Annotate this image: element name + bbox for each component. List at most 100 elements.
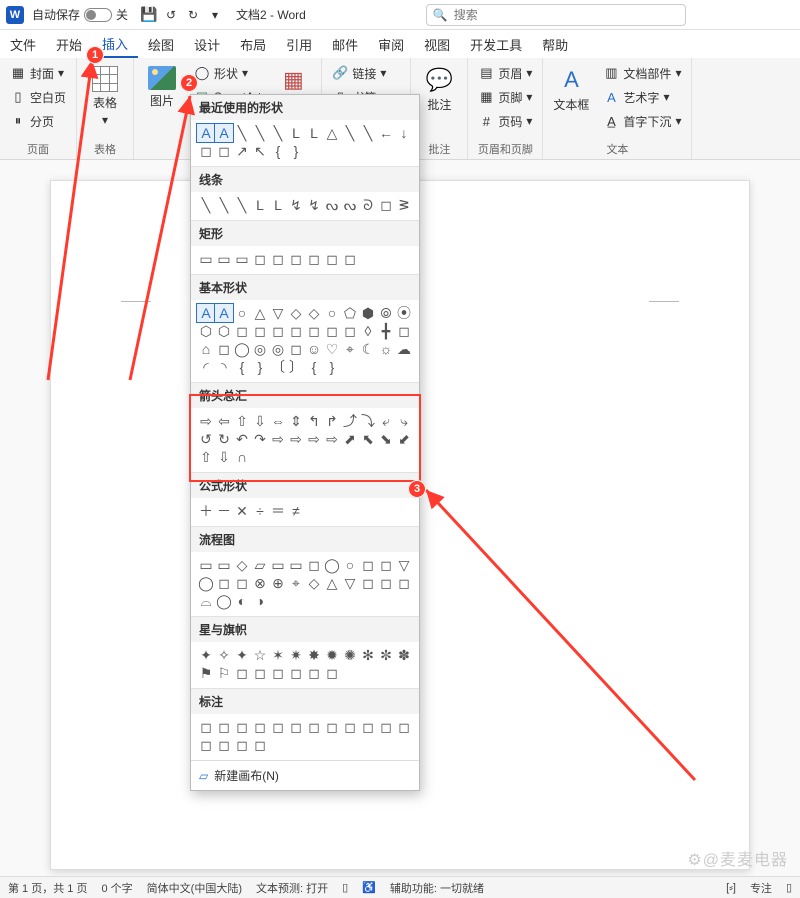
shape-item[interactable]: ◯: [323, 556, 341, 574]
shape-item[interactable]: ✦: [233, 646, 251, 664]
shape-item[interactable]: ⇨: [269, 430, 287, 448]
shape-item[interactable]: ◻: [377, 718, 395, 736]
picture-button[interactable]: 图片: [140, 62, 184, 113]
shape-item[interactable]: ☼: [377, 340, 395, 358]
shape-item[interactable]: ↷: [251, 430, 269, 448]
shape-item[interactable]: ＝: [269, 502, 287, 520]
shape-item[interactable]: ◻: [341, 322, 359, 340]
shape-item[interactable]: L: [251, 196, 269, 214]
status-preview[interactable]: 文本预测: 打开: [256, 880, 328, 896]
shape-item[interactable]: ◻: [395, 574, 413, 592]
shape-item[interactable]: ╲: [359, 124, 377, 142]
shape-item[interactable]: {: [269, 142, 287, 160]
shape-item[interactable]: ✷: [287, 646, 305, 664]
shape-item[interactable]: ᘐ: [359, 196, 377, 214]
shape-item[interactable]: ↻: [215, 430, 233, 448]
redo-button[interactable]: ↻: [182, 4, 204, 26]
shape-item[interactable]: ▭: [197, 250, 215, 268]
link-button[interactable]: 🔗链接▾: [328, 62, 404, 84]
shape-item[interactable]: ▽: [269, 304, 287, 322]
shape-item[interactable]: ○: [233, 304, 251, 322]
shape-item[interactable]: A: [197, 304, 215, 322]
shape-item[interactable]: ↗: [233, 142, 251, 160]
status-words[interactable]: 0 个字: [101, 880, 132, 896]
shape-item[interactable]: ↺: [197, 430, 215, 448]
shape-item[interactable]: ╲: [233, 124, 251, 142]
shape-item[interactable]: ◻: [197, 718, 215, 736]
shape-item[interactable]: ⚐: [215, 664, 233, 682]
shape-item[interactable]: ◊: [359, 322, 377, 340]
page-break-button[interactable]: ⏸分页: [6, 110, 70, 132]
shape-item[interactable]: ⇔: [269, 412, 287, 430]
shape-item[interactable]: ◻: [233, 322, 251, 340]
shape-item[interactable]: ╲: [251, 124, 269, 142]
shape-item[interactable]: ᕒ: [395, 196, 413, 214]
shape-item[interactable]: ◻: [323, 322, 341, 340]
pagenum-button[interactable]: #页码▾: [474, 110, 536, 132]
shape-item[interactable]: }: [287, 142, 305, 160]
shape-item[interactable]: ◻: [395, 718, 413, 736]
status-accessibility[interactable]: 辅助功能: 一切就绪: [390, 880, 484, 896]
shape-item[interactable]: ◻: [305, 322, 323, 340]
shape-item[interactable]: ↱: [323, 412, 341, 430]
shape-item[interactable]: ○: [323, 304, 341, 322]
shape-item[interactable]: ◻: [359, 574, 377, 592]
dropcap-button[interactable]: A̲首字下沉▾: [599, 110, 685, 132]
shape-item[interactable]: ✽: [395, 646, 413, 664]
shape-item[interactable]: ◻: [233, 574, 251, 592]
shape-item[interactable]: ↯: [305, 196, 323, 214]
shape-item[interactable]: ⬠: [341, 304, 359, 322]
tab-10[interactable]: 开发工具: [460, 30, 532, 58]
shape-item[interactable]: ⬡: [215, 322, 233, 340]
shape-item[interactable]: －: [215, 502, 233, 520]
shape-item[interactable]: ◻: [287, 250, 305, 268]
shape-item[interactable]: ◻: [233, 736, 251, 754]
shape-item[interactable]: ◻: [251, 718, 269, 736]
shape-item[interactable]: }: [323, 358, 341, 376]
shape-item[interactable]: ◻: [305, 556, 323, 574]
textbox-button[interactable]: A 文本框: [549, 62, 593, 117]
undo-button[interactable]: ↺: [160, 4, 182, 26]
shape-item[interactable]: ⦾: [377, 304, 395, 322]
tab-3[interactable]: 绘图: [138, 30, 184, 58]
shapes-button[interactable]: ◯形状▾: [190, 62, 265, 84]
shape-item[interactable]: ◇: [305, 574, 323, 592]
toggle-switch-icon[interactable]: [84, 8, 112, 22]
tab-8[interactable]: 审阅: [368, 30, 414, 58]
shape-item[interactable]: ⇩: [251, 412, 269, 430]
docparts-button[interactable]: ▥文档部件▾: [599, 62, 685, 84]
shape-item[interactable]: ◻: [269, 664, 287, 682]
shape-item[interactable]: }: [251, 358, 269, 376]
tab-7[interactable]: 邮件: [322, 30, 368, 58]
shape-item[interactable]: ◻: [305, 718, 323, 736]
shape-item[interactable]: ◻: [287, 718, 305, 736]
shape-item[interactable]: ᔓ: [341, 196, 359, 214]
shape-item[interactable]: ○: [341, 556, 359, 574]
shape-item[interactable]: ⬋: [395, 430, 413, 448]
shape-item[interactable]: ⊗: [251, 574, 269, 592]
shape-item[interactable]: ◻: [233, 718, 251, 736]
shape-item[interactable]: ◯: [215, 592, 233, 610]
shape-item[interactable]: ☾: [359, 340, 377, 358]
shape-item[interactable]: ▭: [287, 556, 305, 574]
shape-item[interactable]: ◻: [215, 718, 233, 736]
shape-item[interactable]: ▭: [269, 556, 287, 574]
shape-item[interactable]: ⬡: [197, 322, 215, 340]
shape-item[interactable]: ⌓: [197, 592, 215, 610]
shape-item[interactable]: ╲: [215, 196, 233, 214]
shape-item[interactable]: △: [251, 304, 269, 322]
shape-item[interactable]: ⬈: [341, 430, 359, 448]
shape-item[interactable]: ╋: [377, 322, 395, 340]
shape-item[interactable]: ＋: [197, 502, 215, 520]
table-button[interactable]: 表格 ▾: [83, 62, 127, 131]
shape-item[interactable]: ⌂: [197, 340, 215, 358]
shape-item[interactable]: ◎: [251, 340, 269, 358]
shape-item[interactable]: ◻: [233, 664, 251, 682]
shape-item[interactable]: ↖: [251, 142, 269, 160]
view-print-icon[interactable]: ▯: [786, 881, 792, 894]
shape-item[interactable]: ◻: [359, 556, 377, 574]
search-input[interactable]: 🔍 搜索: [426, 4, 686, 26]
qat-more-button[interactable]: ▾: [204, 4, 226, 26]
shape-item[interactable]: ⬉: [359, 430, 377, 448]
shape-item[interactable]: ⇩: [215, 448, 233, 466]
